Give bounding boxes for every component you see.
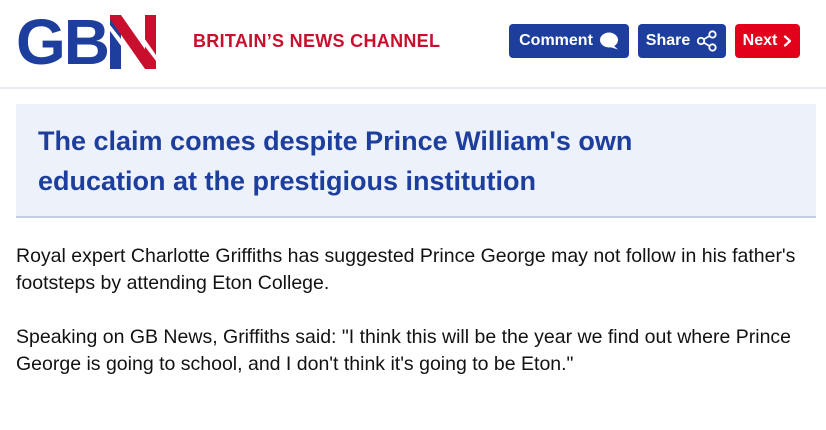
site-header: GB BRITAIN’S NEWS CHANNEL Comment Share [0, 0, 826, 89]
comment-button-label: Comment [519, 32, 593, 49]
share-button[interactable]: Share [638, 24, 726, 58]
article-page: GB BRITAIN’S NEWS CHANNEL Comment Share [0, 0, 826, 430]
next-button-label: Next [742, 32, 778, 49]
logo-letters-gb: GB [16, 6, 110, 78]
speech-bubble-icon [599, 32, 618, 50]
article-paragraph: Royal expert Charlotte Griffiths has sug… [16, 245, 796, 294]
logo-n-flag-icon [110, 15, 156, 69]
article-standfirst: The claim comes despite Prince William's… [16, 104, 816, 218]
standfirst-text: The claim comes despite Prince William's… [38, 126, 633, 196]
comment-button[interactable]: Comment [509, 24, 629, 58]
article-paragraph: Speaking on GB News, Griffiths said: "I … [16, 326, 792, 375]
share-button-label: Share [645, 32, 691, 49]
gbnews-logo[interactable]: GB [16, 6, 156, 78]
channel-tagline: BRITAIN’S NEWS CHANNEL [193, 31, 441, 51]
next-button[interactable]: Next [735, 24, 800, 58]
chevron-right-icon [784, 35, 792, 47]
share-nodes-icon [697, 30, 717, 52]
